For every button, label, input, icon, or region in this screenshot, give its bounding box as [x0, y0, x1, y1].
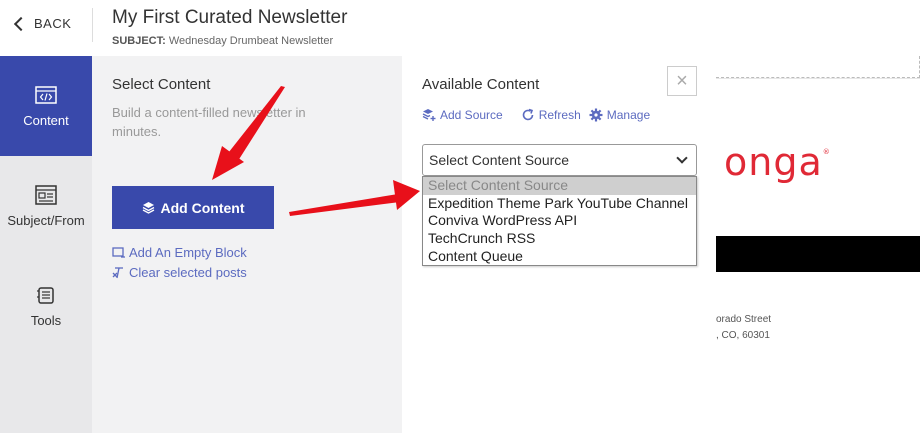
registered-mark: ® [822, 148, 831, 156]
nav-label-content: Content [23, 112, 69, 128]
clear-selected-posts-link[interactable]: Clear selected posts [112, 265, 247, 280]
gear-icon [589, 108, 603, 122]
content-source-select[interactable]: Select Content Source [422, 144, 697, 176]
back-button[interactable]: BACK [12, 16, 71, 31]
content-source-dropdown: Select Content Source Expedition Theme P… [422, 176, 697, 267]
nav-label-subject-from: Subject/From [7, 212, 85, 228]
dropdown-option[interactable]: Conviva WordPress API [423, 212, 696, 230]
add-source-label: Add Source [440, 108, 503, 122]
brand-logo: onga® [724, 140, 831, 184]
chevron-down-icon [676, 152, 688, 164]
refresh-icon [522, 108, 534, 121]
subject-label: SUBJECT: [112, 35, 166, 47]
nav-item-content[interactable]: Content [0, 56, 92, 156]
select-content-heading: Select Content [112, 76, 211, 93]
available-content-heading: Available Content [422, 76, 540, 93]
close-button[interactable]: × [667, 66, 697, 96]
logo-text: onga [724, 140, 823, 184]
back-label: BACK [34, 16, 72, 31]
available-content-panel: Available Content × Add Source Refresh M… [402, 56, 716, 433]
preview-address: orado Street , CO, 60301 [716, 312, 771, 344]
add-empty-block-link[interactable]: Add An Empty Block [112, 245, 247, 260]
manage-label: Manage [606, 108, 651, 122]
add-source-button[interactable]: Add Source [422, 108, 503, 122]
dropdown-option[interactable]: Select Content Source [423, 177, 696, 195]
nav-label-tools: Tools [30, 312, 62, 328]
add-empty-block-label: Add An Empty Block [129, 245, 247, 260]
refresh-button[interactable]: Refresh [521, 108, 581, 122]
address-line-1: orado Street [716, 314, 772, 325]
top-header: BACK My First Curated Newsletter SUBJECT… [0, 0, 920, 56]
preview-dashed-border [716, 56, 920, 78]
content-source-select-value: Select Content Source [429, 152, 570, 168]
select-content-description: Build a content-filled newsletter in min… [112, 105, 306, 139]
code-icon [35, 85, 57, 104]
preview-divider [716, 78, 920, 79]
dropdown-option[interactable]: Content Queue [423, 248, 696, 266]
dropdown-option[interactable]: TechCrunch RSS [423, 230, 696, 248]
select-content-panel: Select Content Build a content-filled ne… [92, 56, 402, 433]
chevron-left-icon [13, 16, 29, 31]
add-content-label: Add Content [160, 199, 245, 216]
source-toolbar: Add Source Refresh Manage [422, 108, 660, 122]
add-block-icon [112, 246, 125, 258]
manage-button[interactable]: Manage [589, 108, 650, 122]
layers-icon [142, 202, 154, 214]
add-content-button[interactable]: Add Content [112, 186, 274, 229]
page-title: My First Curated Newsletter [112, 7, 348, 28]
newsletter-preview: onga® orado Street , CO, 60301 [716, 56, 920, 433]
preview-black-banner [716, 236, 920, 272]
refresh-label: Refresh [538, 108, 581, 122]
dropdown-option[interactable]: Expedition Theme Park YouTube Channel [423, 195, 696, 213]
layout-icon [35, 184, 57, 205]
tools-icon [37, 286, 54, 304]
clear-selected-posts-label: Clear selected posts [129, 265, 247, 280]
header-divider [92, 8, 93, 42]
clear-filter-icon [112, 266, 123, 278]
nav-item-subject-from[interactable]: Subject/From [0, 156, 92, 256]
subject-value: Wednesday Drumbeat Newsletter [168, 35, 334, 47]
left-nav: Content Subject/From Tools [0, 56, 92, 433]
close-icon: × [676, 69, 688, 92]
layers-plus-icon [422, 109, 436, 121]
subject-line: SUBJECT: Wednesday Drumbeat Newsletter [112, 35, 333, 47]
address-line-2: , CO, 60301 [716, 330, 770, 341]
nav-item-tools[interactable]: Tools [0, 256, 92, 356]
